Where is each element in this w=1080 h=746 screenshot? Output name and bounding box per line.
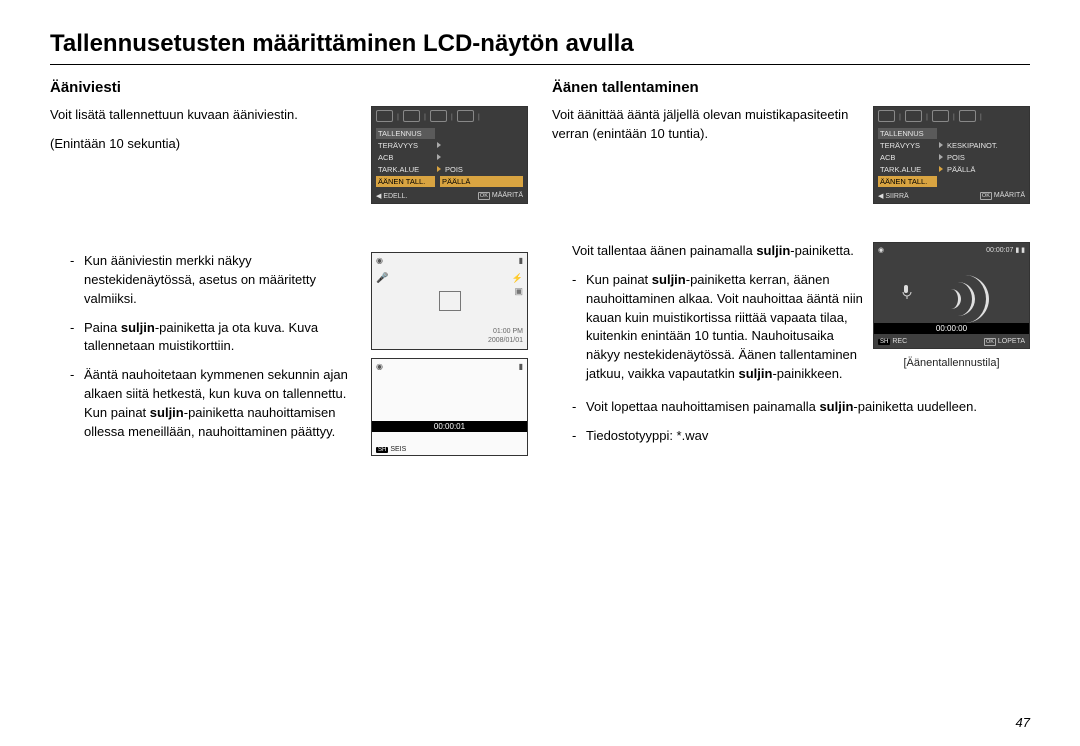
menu-section: TALLENNUS bbox=[376, 128, 435, 139]
menu-opt-off: POIS bbox=[945, 152, 1025, 163]
camera-icon bbox=[376, 110, 393, 122]
menu-item-acb: ACB bbox=[376, 152, 435, 163]
voice-memo-lcd-stack: ◉ ▮ 🎤 ⚡ ▣ 01:00 PM 2008/01/01 bbox=[371, 252, 528, 464]
flash-icon: ⚡ bbox=[512, 273, 523, 284]
voice-memo-heading: Ääniviesti bbox=[50, 79, 528, 96]
voice-memo-intro-2: (Enintään 10 sekuntia) bbox=[50, 135, 361, 154]
ok-hint: OKMÄÄRITÄ bbox=[478, 192, 523, 200]
camera-mode-icon: ◉ bbox=[376, 256, 383, 265]
rec-bottom-bar: SHREC OKLOPETA bbox=[878, 338, 1025, 346]
lcd-menu-voice-memo: | | | | TALLENNUS TERÄVYYS ACB bbox=[371, 106, 528, 204]
two-column-layout: Ääniviesti Voit lisätä tallennettuun kuv… bbox=[50, 79, 1030, 464]
elapsed-time: 00:00:07 ▮ ▮ bbox=[986, 246, 1025, 254]
lcd-recording-mode: ◉ 00:00:07 ▮ ▮ 00:00:00 bbox=[873, 242, 1030, 349]
bullet-rec-stop: Voit lopettaa nauhoittamisen painamalla … bbox=[572, 398, 1030, 417]
voice-rec-body-text: Voit tallentaa äänen painamalla suljin-p… bbox=[552, 242, 863, 394]
chevron-right-icon bbox=[437, 154, 441, 160]
voice-memo-intro-1: Voit lisätä tallennettuun kuvaan äänivie… bbox=[50, 106, 361, 125]
voice-memo-intro-row: Voit lisätä tallennettuun kuvaan äänivie… bbox=[50, 106, 528, 212]
setup-icon bbox=[457, 110, 474, 122]
camera-icon bbox=[878, 110, 895, 122]
voice-memo-intro-text: Voit lisätä tallennettuun kuvaan äänivie… bbox=[50, 106, 361, 164]
camera-mode-icon: ◉ bbox=[376, 362, 383, 371]
rec-main-timer: 00:00:00 bbox=[874, 323, 1029, 334]
voice-rec-sub-intro: Voit tallentaa äänen painamalla suljin-p… bbox=[552, 242, 863, 261]
sound-icon bbox=[905, 110, 922, 122]
ok-hint: OKMÄÄRITÄ bbox=[980, 192, 1025, 200]
menu-item-voice-rec-selected: ÄÄNEN TALL. bbox=[878, 176, 937, 187]
lcd-recording-timer: ◉ ▮ 00:00:01 SHSEIS bbox=[371, 358, 528, 456]
page-number: 47 bbox=[1016, 715, 1030, 730]
menu-option-off: POIS bbox=[443, 164, 523, 175]
menu-opt-center: KESKIPAINOT. bbox=[945, 140, 1025, 151]
column-voice-memo: Ääniviesti Voit lisätä tallennettuun kuv… bbox=[50, 79, 528, 464]
manual-page: Tallennusetusten määrittäminen LCD-näytö… bbox=[0, 0, 1080, 746]
quality-icon: ▣ bbox=[514, 286, 523, 297]
lcd-menu-voice-rec: | | | | TALLENNUS TERÄVYYS KESKIPAINOT. A… bbox=[873, 106, 1030, 204]
lcd-bottom-hints: ◀ EDELL. OKMÄÄRITÄ bbox=[372, 190, 527, 203]
ok-label: OK bbox=[984, 338, 996, 346]
lcd-menu-body: TALLENNUS TERÄVYYS KESKIPAINOT. ACB POIS T… bbox=[874, 125, 1029, 190]
back-hint: ◀ EDELL. bbox=[376, 192, 407, 200]
battery-icon: ▮ bbox=[519, 256, 523, 265]
battery-icon: ▮ bbox=[519, 362, 523, 371]
menu-item-voice-rec-selected: ÄÄNEN TALL. bbox=[376, 176, 435, 187]
voice-memo-icon: 🎤 bbox=[376, 273, 388, 284]
lcd-top-tabs: | | | | bbox=[372, 107, 527, 125]
rec-bottom-hint: SHSEIS bbox=[376, 446, 406, 453]
menu-opt-on: PÄÄLLÄ bbox=[945, 164, 1025, 175]
voice-rec-body: Voit tallentaa äänen painamalla suljin-p… bbox=[552, 242, 1030, 394]
bullet-record-10s: Ääntä nauhoitetaan kymmenen sekunnin aja… bbox=[70, 366, 353, 441]
sh-label: SH bbox=[376, 447, 388, 453]
chevron-right-icon bbox=[939, 154, 943, 160]
rec-timer: 00:00:01 bbox=[372, 421, 527, 432]
lcd-bottom-hints: ◀ SIIRRÄ OKMÄÄRITÄ bbox=[874, 190, 1029, 203]
page-title: Tallennusetusten määrittäminen LCD-näytö… bbox=[50, 30, 1030, 58]
menu-item-focus-area: TARK.ALUE bbox=[878, 164, 937, 175]
chevron-right-icon bbox=[437, 166, 441, 172]
chevron-right-icon bbox=[939, 166, 943, 172]
voice-rec-intro: Voit äänittää ääntä jäljellä olevan muis… bbox=[552, 106, 863, 144]
column-voice-recording: Äänen tallentaminen Voit äänittää ääntä … bbox=[552, 79, 1030, 464]
chevron-right-icon bbox=[939, 142, 943, 148]
focus-frame bbox=[439, 291, 461, 311]
bullet-rec-start: Kun painat suljin-painiketta kerran, ään… bbox=[572, 271, 863, 384]
lcd-menu-body: TALLENNUS TERÄVYYS ACB TARK.ALUE POIS ÄÄN… bbox=[372, 125, 527, 190]
lcd-caption: [Äänentallennustila] bbox=[873, 357, 1030, 369]
voice-memo-bullets: Kun ääniviestin merkki näkyy nestekidenä… bbox=[50, 252, 353, 452]
menu-section: TALLENNUS bbox=[878, 128, 937, 139]
menu-item-sharpness: TERÄVYYS bbox=[878, 140, 937, 151]
voice-rec-bullets: Kun painat suljin-painiketta kerran, ään… bbox=[552, 271, 863, 384]
voice-rec-heading: Äänen tallentaminen bbox=[552, 79, 1030, 96]
bullet-press-shutter: Paina suljin-painiketta ja ota kuva. Kuv… bbox=[70, 319, 353, 357]
sound-icon bbox=[403, 110, 420, 122]
move-hint: ◀ SIIRRÄ bbox=[878, 192, 909, 200]
display-icon bbox=[932, 110, 949, 122]
voice-rec-lcd-stack: ◉ 00:00:07 ▮ ▮ 00:00:00 bbox=[873, 242, 1030, 369]
voice-memo-body: Kun ääniviestin merkki näkyy nestekidenä… bbox=[50, 252, 528, 464]
bullet-file-type: Tiedostotyyppi: *.wav bbox=[572, 427, 1030, 446]
lcd-preview-screen: ◉ ▮ 🎤 ⚡ ▣ 01:00 PM 2008/01/01 bbox=[371, 252, 528, 350]
setup-icon bbox=[959, 110, 976, 122]
rec-mode-icon: ◉ bbox=[878, 246, 884, 254]
voice-rec-bullets-2: Voit lopettaa nauhoittamisen painamalla … bbox=[552, 398, 1030, 446]
title-rule bbox=[50, 64, 1030, 65]
menu-item-focus-area: TARK.ALUE bbox=[376, 164, 435, 175]
stop-label: LOPETA bbox=[998, 338, 1025, 345]
menu-option-on-selected: PÄÄLLÄ bbox=[440, 176, 523, 187]
menu-item-sharpness: TERÄVYYS bbox=[376, 140, 435, 151]
sh-label: SH bbox=[878, 339, 890, 345]
rec-label: REC bbox=[892, 338, 907, 345]
stop-label: SEIS bbox=[390, 446, 406, 453]
chevron-right-icon bbox=[437, 142, 441, 148]
voice-rec-intro-row: Voit äänittää ääntä jäljellä olevan muis… bbox=[552, 106, 1030, 212]
lcd-top-tabs: | | | | bbox=[874, 107, 1029, 125]
menu-item-acb: ACB bbox=[878, 152, 937, 163]
bullet-memo-indicator: Kun ääniviestin merkki näkyy nestekidenä… bbox=[70, 252, 353, 309]
preview-datetime: 01:00 PM 2008/01/01 bbox=[488, 328, 523, 345]
display-icon bbox=[430, 110, 447, 122]
microphone-icon bbox=[902, 285, 912, 299]
